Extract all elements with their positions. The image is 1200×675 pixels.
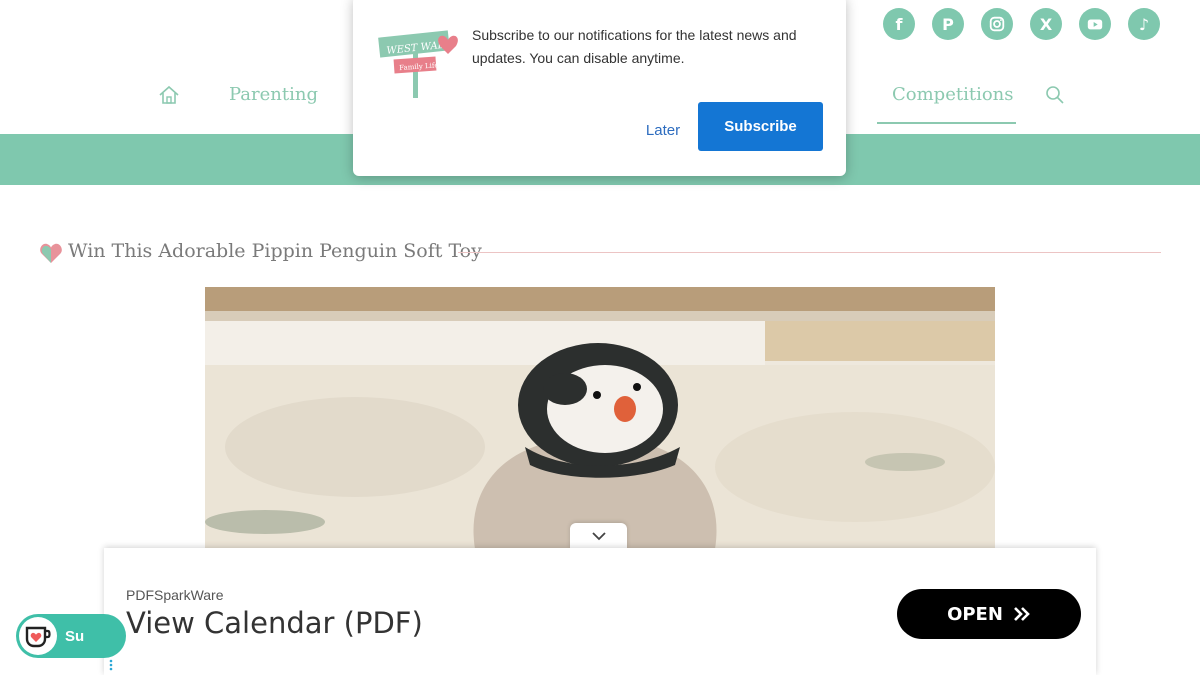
home-icon[interactable] <box>158 84 180 106</box>
tiktok-icon[interactable]: ♪ <box>1128 8 1160 40</box>
social-links: f P X ♪ <box>883 8 1160 40</box>
facebook-glyph: f <box>895 14 903 34</box>
popup-message: Subscribe to our notifications for the l… <box>472 27 797 66</box>
ad-open-button[interactable]: OPEN <box>897 589 1081 639</box>
nav-item-parenting[interactable]: Parenting <box>229 84 318 105</box>
title-divider <box>458 252 1161 253</box>
ad-headline[interactable]: View Calendar (PDF) <box>126 606 423 640</box>
nav-item-competitions[interactable]: Competitions <box>892 84 1014 105</box>
site-logo: WEST WALES Family Life <box>378 30 458 98</box>
notification-popup: WEST WALES Family Life Subscribe to our … <box>353 0 846 176</box>
penguin-photo <box>205 287 995 549</box>
x-glyph: X <box>1039 14 1053 34</box>
instagram-icon[interactable] <box>981 8 1013 40</box>
hero-image <box>205 287 995 549</box>
active-nav-underline <box>877 122 1016 124</box>
chevron-down-icon <box>591 532 606 541</box>
heart-icon <box>40 243 62 263</box>
ad-collapse-toggle[interactable] <box>570 523 627 549</box>
cup-shape <box>25 626 51 648</box>
tiktok-glyph: ♪ <box>1138 14 1150 34</box>
pinterest-icon[interactable]: P <box>932 8 964 40</box>
search-icon[interactable] <box>1045 85 1065 105</box>
instagram-shape <box>989 16 1005 32</box>
youtube-icon[interactable] <box>1079 8 1111 40</box>
youtube-shape <box>1087 19 1103 30</box>
pinterest-glyph: P <box>942 14 954 34</box>
x-icon[interactable]: X <box>1030 8 1062 40</box>
double-chevron-right-icon <box>1014 607 1030 621</box>
ad-brand: PDFSparkWare <box>126 587 224 603</box>
support-label: Su <box>65 627 85 645</box>
subscribe-button[interactable]: Subscribe <box>698 102 823 151</box>
ad-open-label: OPEN <box>947 603 1003 625</box>
coffee-cup-icon <box>19 617 57 655</box>
bottom-ad-banner: PDFSparkWare View Calendar (PDF) OPEN <box>104 548 1096 675</box>
post-title: Win This Adorable Pippin Penguin Soft To… <box>68 240 482 262</box>
facebook-icon[interactable]: f <box>883 8 915 40</box>
support-button[interactable]: Su <box>16 614 126 658</box>
